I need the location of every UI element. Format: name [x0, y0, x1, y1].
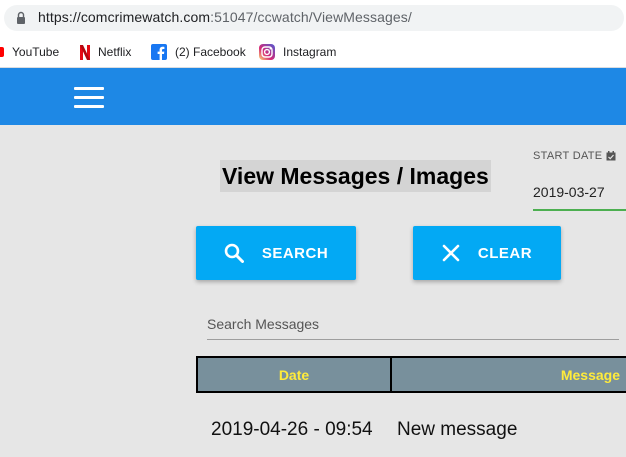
lock-icon — [17, 11, 25, 24]
page-title: View Messages / Images — [220, 160, 491, 192]
start-date-input[interactable] — [533, 175, 626, 211]
search-messages-input[interactable] — [207, 300, 619, 340]
browser-address-bar[interactable]: https://comcrimewatch.com:51047/ccwatch/… — [0, 0, 626, 35]
youtube-icon — [0, 47, 4, 57]
bookmark-youtube[interactable]: YouTube — [0, 43, 59, 61]
message-column-header[interactable]: Message — [390, 356, 626, 393]
clear-button[interactable]: CLEAR — [413, 226, 561, 280]
hamburger-menu-icon[interactable] — [74, 87, 104, 109]
table-header-row: Date Message — [196, 356, 626, 393]
url-text[interactable]: https://comcrimewatch.com:51047/ccwatch/… — [38, 9, 412, 25]
app-header — [0, 68, 626, 125]
search-icon — [224, 243, 244, 263]
facebook-icon — [151, 44, 167, 60]
date-column-header[interactable]: Date — [196, 356, 392, 393]
instagram-icon — [259, 44, 275, 60]
bookmark-netflix[interactable]: Netflix — [80, 43, 131, 61]
search-button[interactable]: SEARCH — [196, 226, 356, 280]
message-text-cell: New message — [391, 402, 626, 457]
netflix-icon — [80, 44, 90, 60]
table-row[interactable]: 2019-04-26 - 09:54 New message — [197, 402, 626, 457]
message-date-cell: 2019-04-26 - 09:54 — [197, 402, 391, 457]
close-icon — [442, 244, 460, 262]
start-date-label: START DATE — [533, 150, 616, 162]
bookmark-instagram[interactable]: Instagram — [259, 43, 336, 61]
calendar-icon — [606, 151, 616, 161]
messages-table: Date Message 2019-04-26 - 09:54 New mess… — [196, 356, 626, 457]
bookmarks-bar: YouTube Netflix (2) Facebook Instagram — [0, 35, 626, 68]
bookmark-facebook[interactable]: (2) Facebook — [151, 43, 246, 61]
